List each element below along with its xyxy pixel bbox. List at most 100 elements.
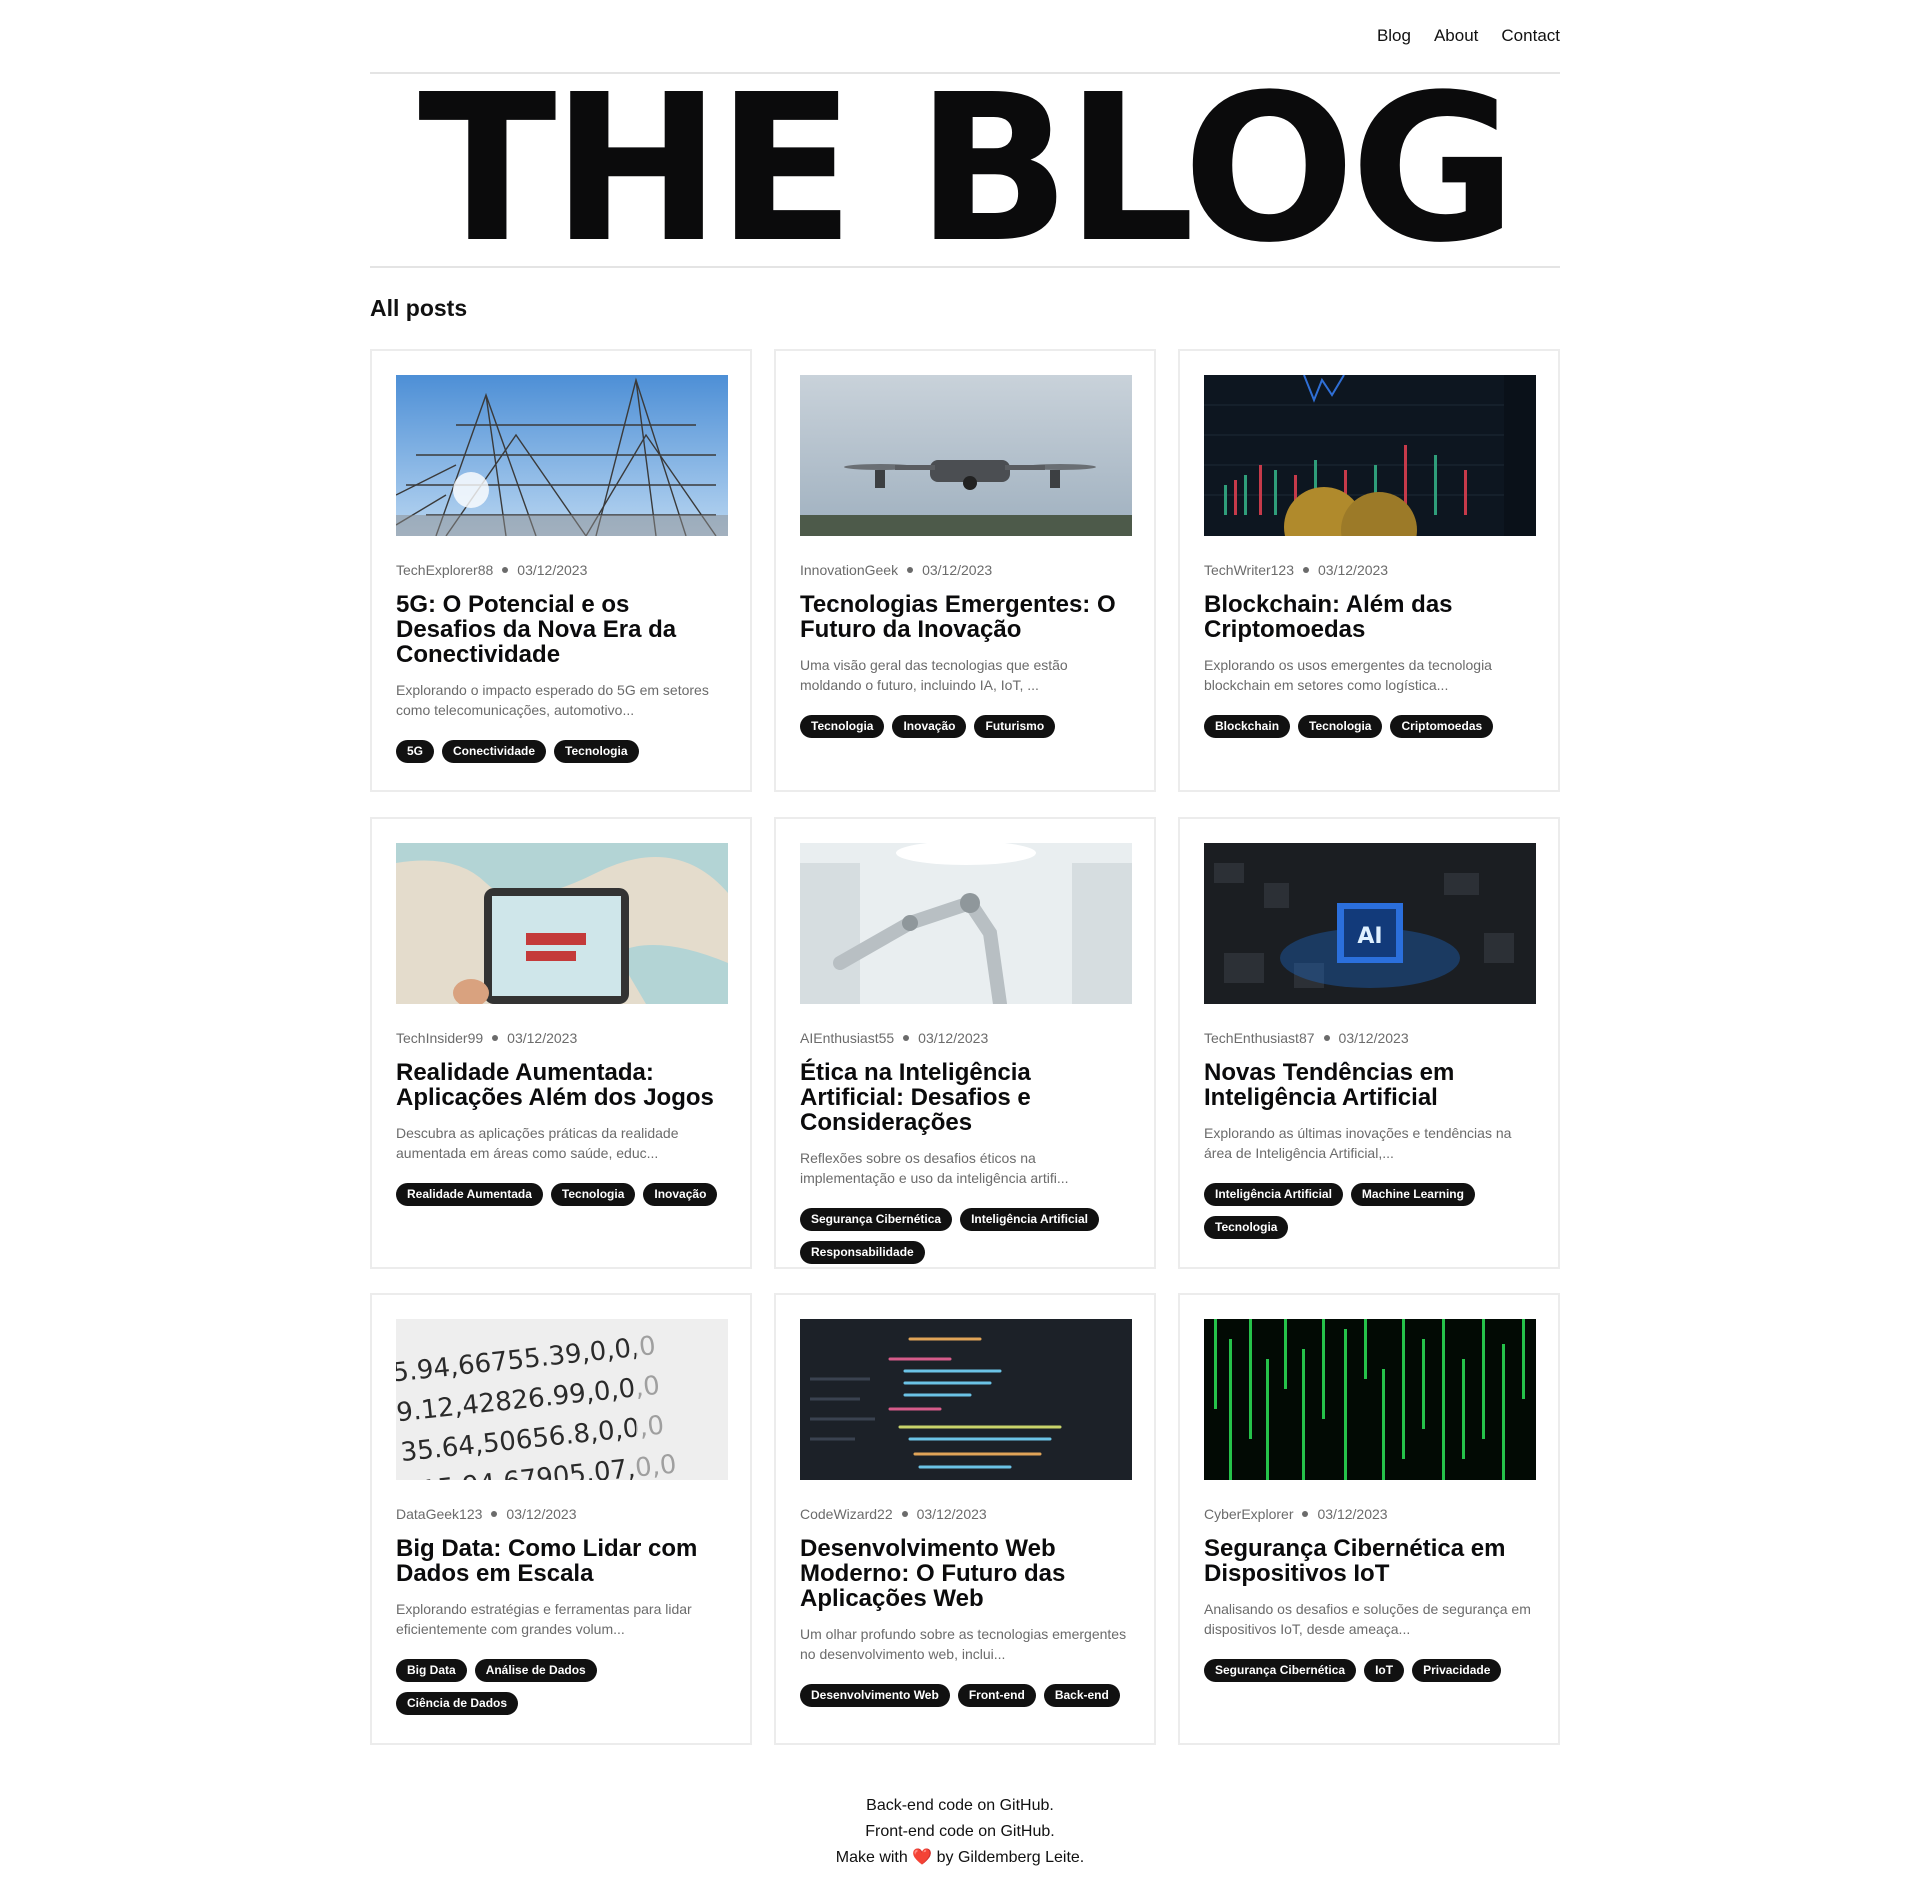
post-excerpt: Explorando o impacto esperado do 5G em s… bbox=[396, 682, 709, 718]
post-image-robot-arm[interactable] bbox=[800, 843, 1132, 1004]
post-date: 03/12/2023 bbox=[916, 1506, 987, 1522]
post-title[interactable]: Blockchain: Além das Criptomoedas bbox=[1204, 592, 1534, 642]
frontend-github-link[interactable]: Front-end code on GitHub. bbox=[0, 1819, 1920, 1845]
power-tower-image bbox=[396, 375, 728, 536]
post-card[interactable]: 5.94,66755.39,0,0,0 9.12,42826.99,0,0,0 … bbox=[370, 1293, 752, 1745]
tag-badge[interactable]: Inovação bbox=[892, 715, 967, 738]
tag-badge[interactable]: 5G bbox=[396, 740, 435, 763]
post-meta: CyberExplorer 03/12/2023 bbox=[1204, 1506, 1534, 1522]
ai-cube-image: AI bbox=[1204, 843, 1536, 1004]
post-meta: TechEnthusiast87 03/12/2023 bbox=[1204, 1030, 1534, 1046]
post-image-code-editor[interactable] bbox=[800, 1319, 1132, 1480]
post-image-matrix-code[interactable] bbox=[1204, 1319, 1536, 1480]
tag-badge[interactable]: Inovação bbox=[643, 1183, 718, 1206]
separator-dot bbox=[1302, 1511, 1309, 1517]
post-image-data-numbers[interactable]: 5.94,66755.39,0,0,0 9.12,42826.99,0,0,0 … bbox=[396, 1319, 728, 1480]
post-meta: InnovationGeek 03/12/2023 bbox=[800, 562, 1130, 578]
tag-badge[interactable]: Responsabilidade bbox=[800, 1241, 925, 1264]
post-title[interactable]: Novas Tendências em Inteligência Artific… bbox=[1204, 1060, 1534, 1110]
tag-badge[interactable]: Back-end bbox=[1043, 1684, 1120, 1707]
page-footer: Back-end code on GitHub. Front-end code … bbox=[0, 1793, 1920, 1871]
credits-prefix: Make with bbox=[835, 1849, 908, 1866]
post-excerpt: Reflexões sobre os desafios éticos na im… bbox=[800, 1150, 1069, 1186]
nav-about-link[interactable]: About bbox=[1434, 26, 1478, 46]
post-title[interactable]: Desenvolvimento Web Moderno: O Futuro da… bbox=[800, 1536, 1130, 1611]
credits-line: Make with ❤️ by Gildemberg Leite. bbox=[0, 1845, 1920, 1871]
tag-badge[interactable]: Ciência de Dados bbox=[396, 1692, 519, 1715]
tag-badge[interactable]: Inteligência Artificial bbox=[1204, 1183, 1343, 1206]
post-tags: Segurança Cibernética Inteligência Artif… bbox=[800, 1208, 1130, 1264]
post-excerpt: Analisando os desafios e soluções de seg… bbox=[1204, 1601, 1531, 1637]
backend-github-link[interactable]: Back-end code on GitHub. bbox=[0, 1793, 1920, 1819]
post-card[interactable]: CodeWizard22 03/12/2023 Desenvolvimento … bbox=[774, 1293, 1156, 1745]
post-card[interactable]: AI TechEnthusiast87 03/12/2023 Novas Ten… bbox=[1178, 817, 1560, 1269]
post-excerpt: Explorando os usos emergentes da tecnolo… bbox=[1204, 657, 1492, 693]
post-meta: CodeWizard22 03/12/2023 bbox=[800, 1506, 1130, 1522]
tag-badge[interactable]: Criptomoedas bbox=[1390, 715, 1494, 738]
tag-badge[interactable]: IoT bbox=[1364, 1659, 1405, 1682]
tag-badge[interactable]: Inteligência Artificial bbox=[960, 1208, 1099, 1231]
post-title[interactable]: Realidade Aumentada: Aplicações Além dos… bbox=[396, 1060, 726, 1110]
post-date: 03/12/2023 bbox=[517, 562, 588, 578]
separator-dot bbox=[502, 567, 509, 573]
separator-dot bbox=[907, 567, 914, 573]
post-author: CodeWizard22 bbox=[800, 1506, 893, 1522]
tag-badge[interactable]: Tecnologia bbox=[1204, 1216, 1289, 1239]
post-author: TechExplorer88 bbox=[396, 562, 494, 578]
post-excerpt: Explorando estratégias e ferramentas par… bbox=[396, 1601, 692, 1637]
post-tags: Realidade Aumentada Tecnologia Inovação bbox=[396, 1183, 726, 1206]
post-title[interactable]: Big Data: Como Lidar com Dados em Escala bbox=[396, 1536, 726, 1586]
tag-badge[interactable]: Privacidade bbox=[1412, 1659, 1502, 1682]
post-title[interactable]: Ética na Inteligência Artificial: Desafi… bbox=[800, 1060, 1130, 1135]
post-title[interactable]: Tecnologias Emergentes: O Futuro da Inov… bbox=[800, 592, 1130, 642]
tag-badge[interactable]: Desenvolvimento Web bbox=[800, 1684, 950, 1707]
post-card[interactable]: TechExplorer88 03/12/2023 5G: O Potencia… bbox=[370, 349, 752, 792]
post-tags: 5G Conectividade Tecnologia bbox=[396, 740, 726, 763]
post-title[interactable]: Segurança Cibernética em Dispositivos Io… bbox=[1204, 1536, 1534, 1586]
post-card[interactable]: InnovationGeek 03/12/2023 Tecnologias Em… bbox=[774, 349, 1156, 792]
post-date: 03/12/2023 bbox=[922, 562, 993, 578]
post-image-ar-tablet[interactable] bbox=[396, 843, 728, 1004]
post-card[interactable]: AIEnthusiast55 03/12/2023 Ética na Intel… bbox=[774, 817, 1156, 1269]
tag-badge[interactable]: Conectividade bbox=[442, 740, 547, 763]
tag-badge[interactable]: Machine Learning bbox=[1350, 1183, 1475, 1206]
tag-badge[interactable]: Segurança Cibernética bbox=[800, 1208, 953, 1231]
post-image-crypto-chart[interactable] bbox=[1204, 375, 1536, 536]
tag-badge[interactable]: Front-end bbox=[957, 1684, 1036, 1707]
crypto-chart-image bbox=[1204, 375, 1536, 536]
tag-badge[interactable]: Realidade Aumentada bbox=[396, 1183, 543, 1206]
tag-badge[interactable]: Big Data bbox=[396, 1659, 467, 1682]
post-tags: Segurança Cibernética IoT Privacidade bbox=[1204, 1659, 1534, 1682]
post-date: 03/12/2023 bbox=[507, 1030, 578, 1046]
post-author: InnovationGeek bbox=[800, 562, 899, 578]
tag-badge[interactable]: Análise de Dados bbox=[474, 1659, 597, 1682]
post-image-drone[interactable] bbox=[800, 375, 1132, 536]
heart-icon: ❤️ bbox=[912, 1849, 933, 1866]
tag-badge[interactable]: Tecnologia bbox=[550, 1183, 636, 1206]
section-heading: All posts bbox=[370, 295, 468, 321]
nav-contact-link[interactable]: Contact bbox=[1501, 26, 1560, 46]
tag-badge[interactable]: Blockchain bbox=[1204, 715, 1291, 738]
top-nav: Blog About Contact bbox=[1377, 26, 1560, 46]
post-image-power-tower[interactable] bbox=[396, 375, 728, 536]
ar-tablet-image bbox=[396, 843, 728, 1004]
matrix-code-image bbox=[1204, 1319, 1536, 1480]
nav-blog-link[interactable]: Blog bbox=[1377, 26, 1411, 46]
tag-badge[interactable]: Tecnologia bbox=[800, 715, 885, 738]
credits-author[interactable]: by Gildemberg Leite. bbox=[937, 1849, 1085, 1866]
separator-dot bbox=[903, 1035, 910, 1041]
post-card[interactable]: CyberExplorer 03/12/2023 Segurança Ciber… bbox=[1178, 1293, 1560, 1745]
tag-badge[interactable]: Futurismo bbox=[974, 715, 1056, 738]
post-image-ai-cube[interactable]: AI bbox=[1204, 843, 1536, 1004]
post-tags: Desenvolvimento Web Front-end Back-end bbox=[800, 1684, 1130, 1707]
post-date: 03/12/2023 bbox=[1318, 562, 1389, 578]
post-card[interactable]: TechInsider99 03/12/2023 Realidade Aumen… bbox=[370, 817, 752, 1269]
tag-badge[interactable]: Tecnologia bbox=[1298, 715, 1383, 738]
post-card[interactable]: TechWriter123 03/12/2023 Blockchain: Alé… bbox=[1178, 349, 1560, 792]
post-title[interactable]: 5G: O Potencial e os Desafios da Nova Er… bbox=[396, 592, 726, 667]
post-excerpt: Explorando as últimas inovações e tendên… bbox=[1204, 1125, 1512, 1161]
tag-badge[interactable]: Segurança Cibernética bbox=[1204, 1659, 1357, 1682]
post-author: AIEnthusiast55 bbox=[800, 1030, 895, 1046]
tag-badge[interactable]: Tecnologia bbox=[554, 740, 639, 763]
post-meta: AIEnthusiast55 03/12/2023 bbox=[800, 1030, 1130, 1046]
